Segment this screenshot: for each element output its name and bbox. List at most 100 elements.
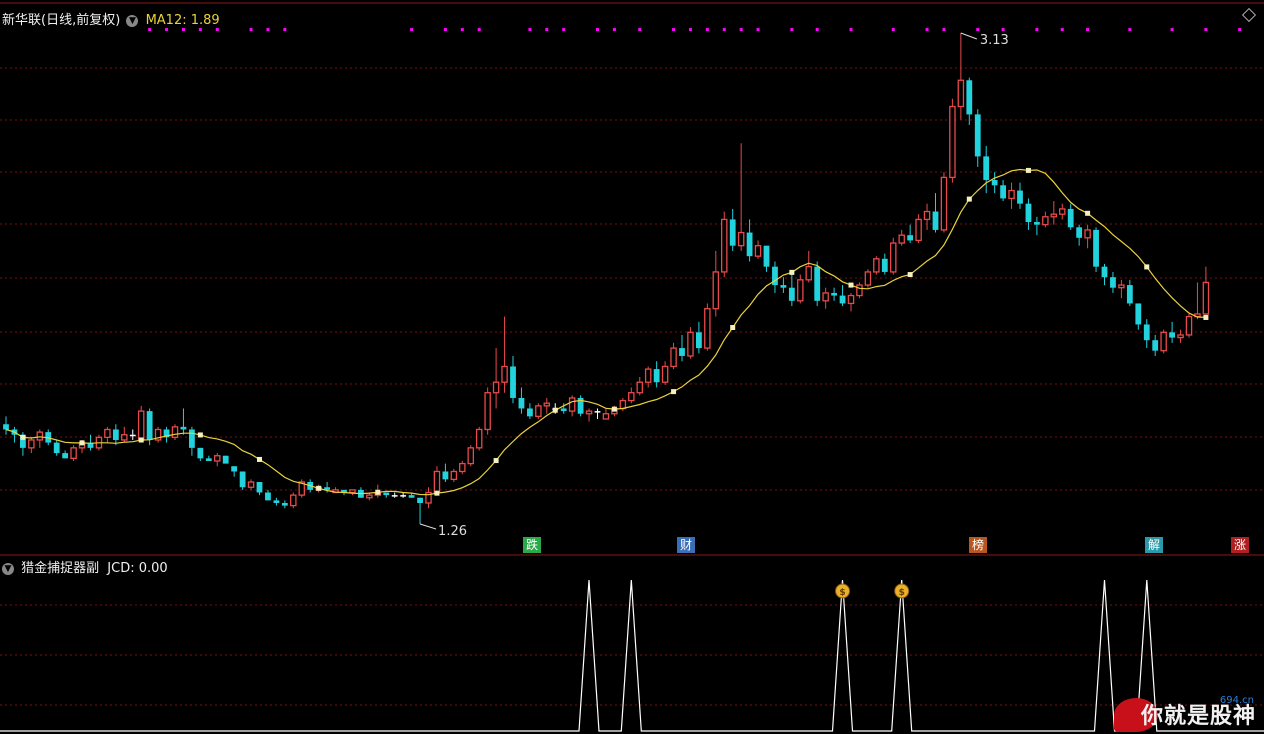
candle-body: [1118, 284, 1125, 289]
candle-body: [1169, 332, 1175, 338]
stock-title[interactable]: 新华联(日线,前复权): [2, 13, 120, 28]
candle-body: [687, 331, 694, 357]
candle-body: [1050, 213, 1058, 218]
signal-dot: [739, 28, 743, 31]
candle-body: [433, 470, 441, 494]
candle-body: [704, 308, 711, 349]
ma-marker: [493, 458, 499, 464]
candle-body: [408, 495, 415, 498]
ma-marker: [79, 440, 85, 446]
signal-dot: [942, 28, 946, 31]
candle-body: [222, 455, 229, 464]
signal-dot: [460, 28, 464, 31]
signal-dot: [165, 28, 169, 31]
signal-dot: [1035, 28, 1039, 31]
candle-body: [256, 481, 263, 493]
candle-body: [1076, 227, 1083, 238]
candle-body: [213, 455, 221, 462]
ma-marker: [671, 389, 677, 395]
signal-dot: [283, 28, 287, 31]
signal-dot: [1238, 28, 1242, 31]
candle-body: [881, 258, 888, 272]
candle-body: [1160, 331, 1167, 352]
candle-body: [171, 426, 179, 439]
candle-body: [628, 392, 635, 402]
candle-body: [856, 284, 863, 297]
candle-body: [1093, 229, 1099, 267]
candle-body: [112, 429, 119, 440]
candle-body: [349, 489, 356, 494]
candle-body: [1185, 315, 1193, 336]
ma-marker: [138, 437, 144, 443]
ma-marker: [611, 406, 617, 412]
signal-dot: [528, 28, 532, 31]
candle-body: [417, 497, 423, 503]
signal-dot: [1001, 28, 1005, 31]
candle-body: [864, 271, 872, 286]
ma-marker: [907, 272, 913, 278]
candle-body: [991, 180, 998, 186]
event-tag-unlock[interactable]: 解: [1145, 537, 1164, 553]
candle-body: [180, 426, 187, 430]
candle-body: [966, 80, 973, 115]
candle-body: [898, 234, 905, 244]
candle-body: [442, 471, 449, 480]
candle-body: [28, 439, 35, 449]
candle-body: [1135, 303, 1142, 325]
candle-body: [560, 408, 567, 412]
signal-dot: [596, 28, 599, 31]
candle-body: [1042, 216, 1049, 226]
indicator-value: JCD: 0.00: [107, 561, 168, 576]
high-pointer: [960, 32, 978, 40]
candle-body: [737, 231, 745, 247]
candle-body: [189, 429, 195, 448]
ma-marker: [20, 434, 26, 440]
candle-body: [1017, 190, 1023, 204]
candle-body: [907, 235, 914, 241]
event-tag-rise[interactable]: 涨: [1231, 537, 1250, 553]
candle-body: [873, 258, 880, 273]
candle-body: [62, 453, 69, 459]
event-tag-drop[interactable]: 跌: [523, 537, 542, 553]
ma-marker: [1144, 264, 1150, 270]
signal-dot: [249, 28, 253, 31]
candle-body: [594, 411, 601, 413]
candle-body: [70, 447, 77, 460]
ma-marker: [848, 282, 854, 288]
candle-body: [915, 218, 922, 242]
candle-body: [890, 242, 897, 273]
event-tag-finance[interactable]: 财: [677, 537, 696, 553]
candle-body: [239, 471, 246, 488]
signal-dot: [925, 28, 929, 31]
candle-body: [1143, 324, 1150, 341]
indicator-title[interactable]: 猎金捕捉器副: [21, 561, 99, 576]
settings-toggle-icon[interactable]: ▼: [126, 14, 139, 27]
candle-body: [940, 176, 948, 231]
candle-body: [475, 428, 483, 449]
candle-body: [459, 462, 466, 473]
candle-body: [831, 292, 837, 296]
signal-dot: [443, 28, 447, 31]
candle-body: [1110, 277, 1116, 288]
indicator-toggle-icon[interactable]: ▼: [2, 562, 14, 575]
candle-body: [290, 494, 297, 507]
candle-body: [679, 348, 685, 356]
candle-body: [847, 294, 855, 305]
candle-body: [822, 292, 829, 302]
signal-dot: [545, 28, 549, 31]
candle-body: [366, 494, 373, 499]
candle-body: [974, 114, 981, 157]
candle-body: [712, 271, 720, 310]
candle-body: [780, 285, 787, 288]
event-tag-ranking[interactable]: 榜: [969, 537, 988, 553]
candle-body: [53, 442, 60, 454]
candle-body: [1084, 229, 1091, 239]
ma-marker: [197, 432, 203, 438]
ma-marker: [1085, 210, 1091, 216]
ma-label: MA12: 1.89: [145, 13, 220, 28]
candle-body: [1177, 334, 1184, 339]
candle-body: [518, 397, 525, 409]
ma-marker: [257, 456, 262, 462]
ma-marker: [1025, 167, 1031, 173]
candle-body: [3, 424, 9, 430]
